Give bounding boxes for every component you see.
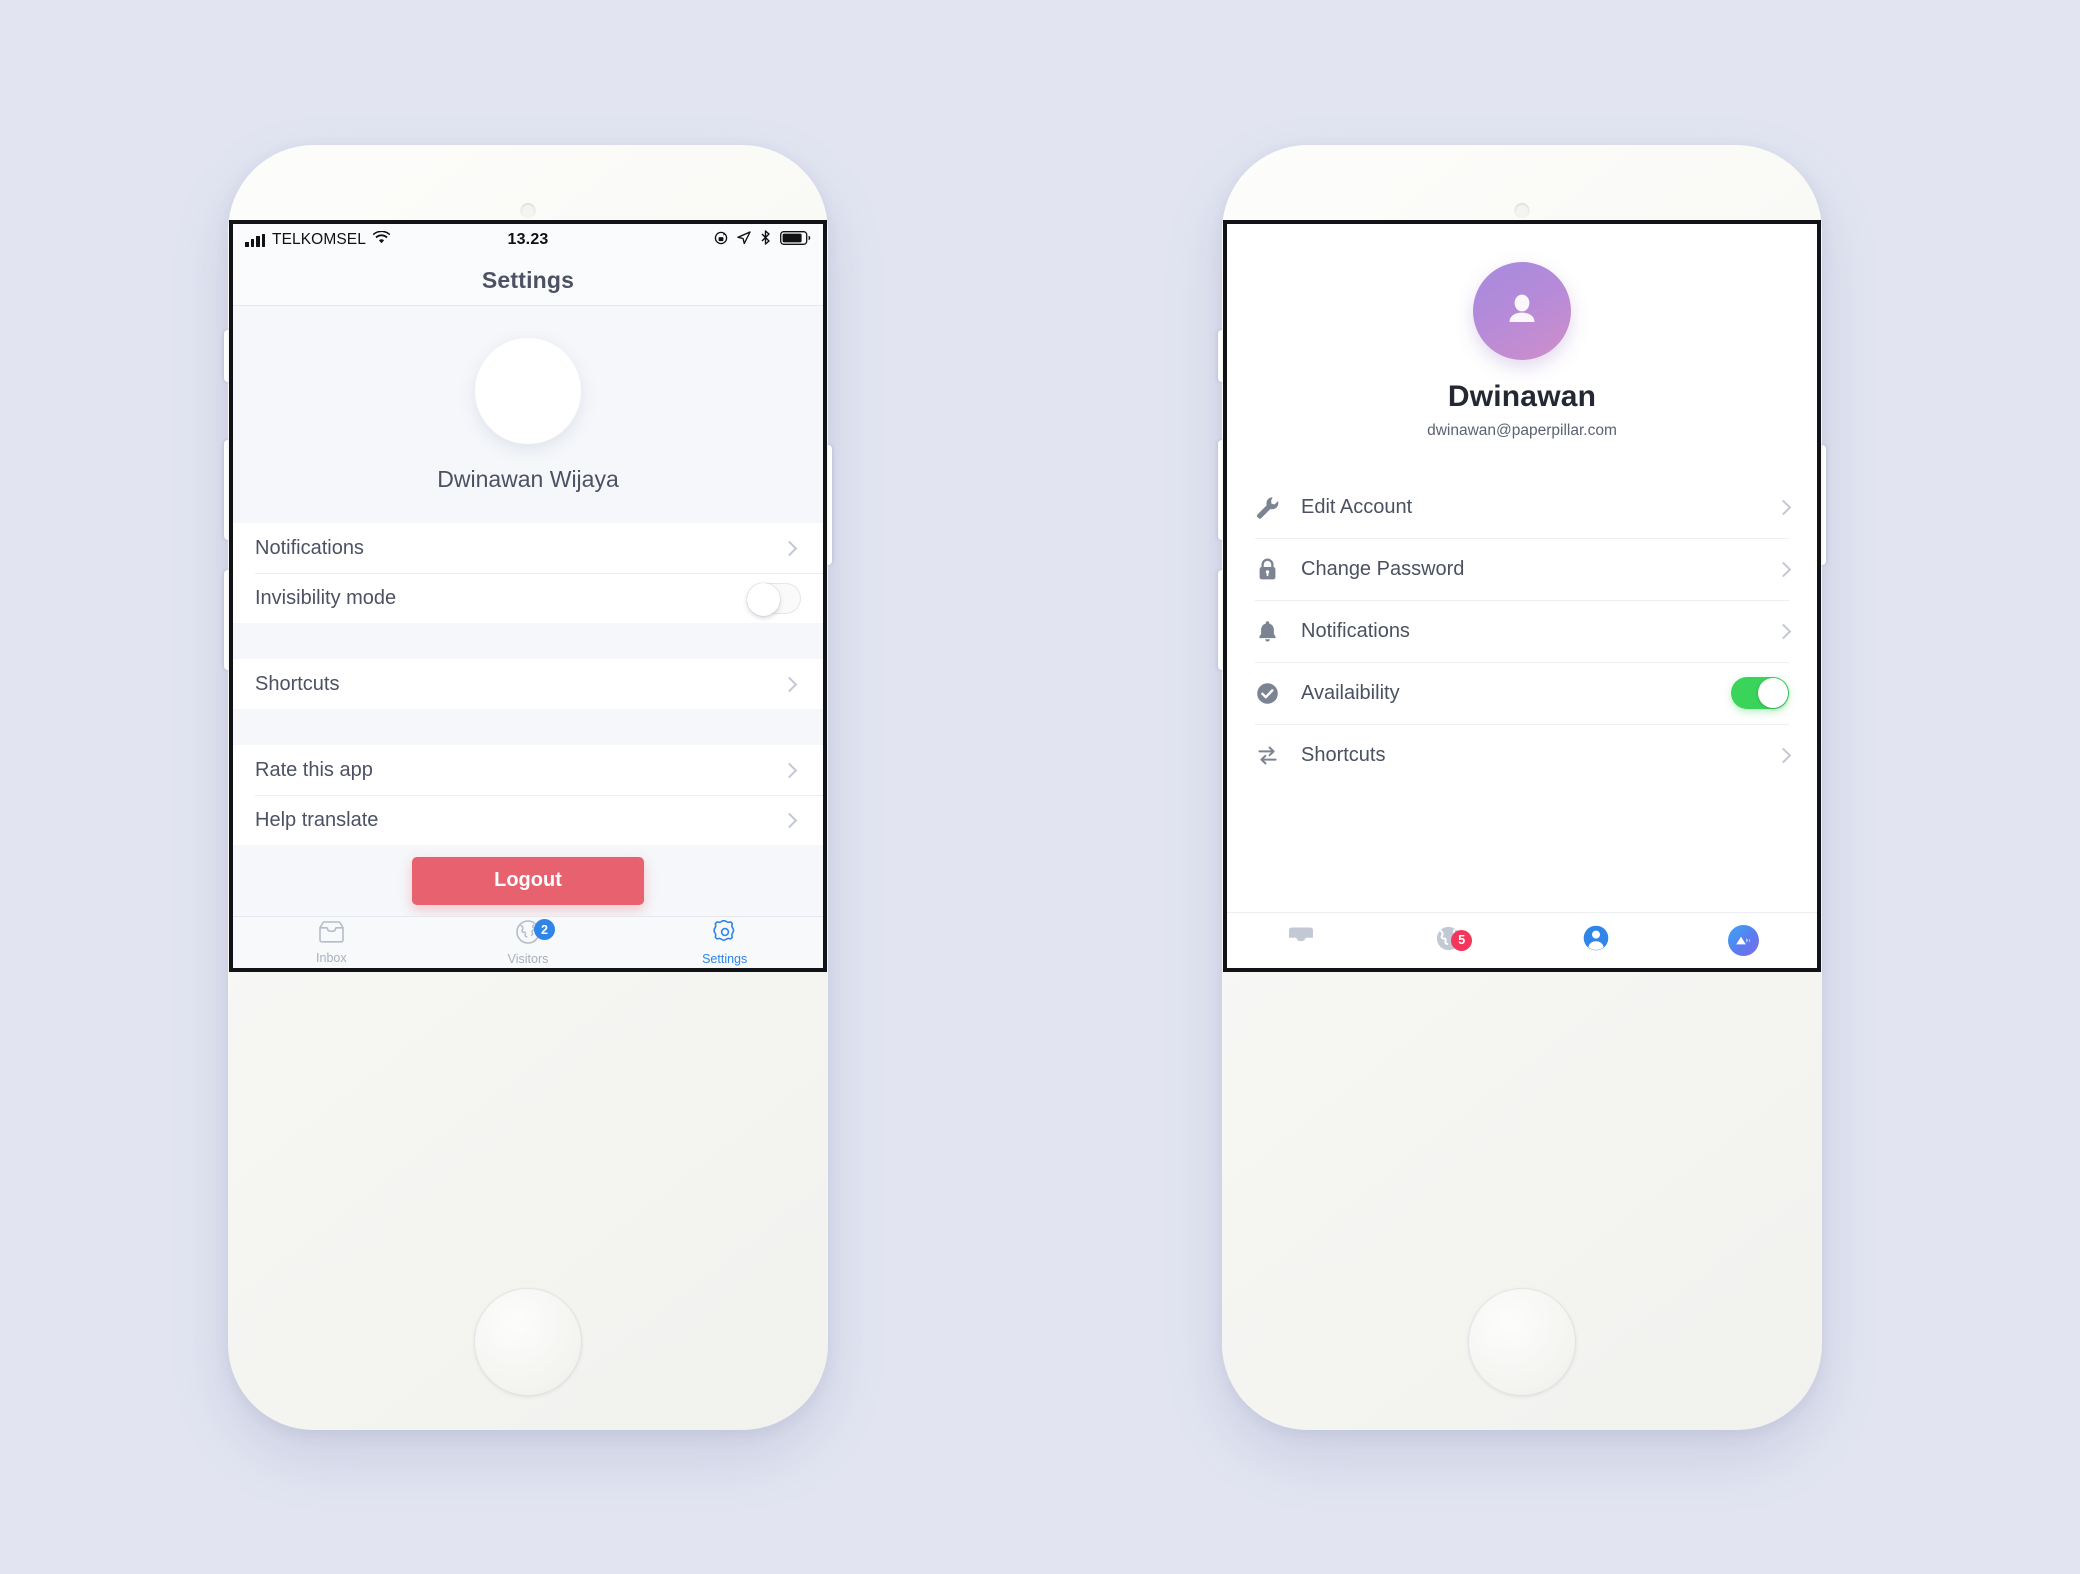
inbox-tray-icon	[1286, 924, 1316, 957]
wifi-icon	[372, 230, 391, 249]
row-availability[interactable]: Availaibility	[1227, 662, 1817, 724]
tab-label: Inbox	[316, 951, 347, 965]
row-label: Edit Account	[1301, 495, 1413, 518]
tab-inbox[interactable]	[1227, 924, 1375, 957]
availability-toggle[interactable]	[1731, 677, 1789, 709]
location-arrow-icon	[737, 230, 751, 250]
bell-icon	[1255, 619, 1289, 644]
screen-left: TELKOMSEL 13.23 Settings Dwinawan Wijaya…	[229, 220, 827, 972]
settings-row-help-translate[interactable]: Help translate	[233, 795, 823, 845]
profile-name: Dwinawan	[1447, 380, 1597, 413]
row-notifications[interactable]: Notifications	[1227, 600, 1817, 662]
tab-bar-left: Inbox 2 Visitors Settings	[233, 916, 823, 968]
phone-device-right: Dwinawan dwinawan@paperpillar.com Edit A…	[1218, 145, 1826, 1430]
row-label: Shortcuts	[255, 672, 340, 695]
signal-bars-icon	[245, 233, 265, 247]
profile-email: dwinawan@paperpillar.com	[1427, 422, 1617, 439]
settings-group-3: Rate this app Help translate	[233, 745, 823, 845]
settings-scroll-area: Dwinawan Wijaya Notifications Invisibili…	[233, 306, 823, 916]
row-label: Notifications	[1301, 619, 1410, 642]
settings-row-notifications[interactable]: Notifications	[233, 523, 823, 573]
avatar[interactable]	[475, 338, 581, 444]
row-change-password[interactable]: Change Password	[1227, 538, 1817, 600]
home-button-right[interactable]	[1468, 1288, 1576, 1396]
status-time: 13.23	[507, 231, 549, 248]
tab-visitors[interactable]: 2 Visitors	[430, 917, 627, 968]
chevron-right-icon	[781, 812, 798, 828]
home-button-left[interactable]	[474, 1288, 582, 1396]
visitors-badge: 2	[534, 919, 555, 940]
app-logo-icon	[1727, 925, 1759, 956]
toggle-knob	[1758, 678, 1788, 708]
rotation-lock-icon	[714, 231, 728, 250]
carrier-label: TELKOMSEL	[272, 231, 366, 248]
tab-bar-right: 5	[1227, 912, 1817, 968]
chevron-right-icon	[781, 540, 798, 556]
row-label: Notifications	[255, 536, 364, 559]
swap-arrows-icon	[1255, 743, 1289, 768]
profile-name: Dwinawan Wijaya	[437, 466, 619, 492]
phone-device-left: TELKOMSEL 13.23 Settings Dwinawan Wijaya…	[224, 145, 832, 1430]
avatar[interactable]	[1473, 262, 1571, 360]
settings-row-invisibility-mode[interactable]: Invisibility mode	[233, 573, 823, 623]
tab-label: Settings	[702, 952, 748, 966]
chevron-right-icon	[1775, 747, 1792, 763]
row-shortcuts[interactable]: Shortcuts	[1227, 724, 1817, 786]
navigation-bar: Settings	[233, 256, 823, 306]
chevron-right-icon	[1775, 623, 1792, 639]
bluetooth-icon	[760, 230, 771, 250]
toggle-knob	[747, 582, 780, 616]
tab-app-logo[interactable]	[1670, 925, 1818, 956]
settings-group-2: Shortcuts	[233, 659, 823, 709]
settings-row-shortcuts[interactable]: Shortcuts	[233, 659, 823, 709]
person-avatar-icon	[1501, 288, 1543, 335]
settings-row-rate-this-app[interactable]: Rate this app	[233, 745, 823, 795]
tab-profile[interactable]	[1522, 923, 1670, 958]
tab-inbox[interactable]: Inbox	[233, 917, 430, 968]
chevron-right-icon	[1775, 499, 1792, 515]
row-label: Change Password	[1301, 557, 1465, 580]
profile-header-left: Dwinawan Wijaya	[233, 306, 823, 523]
invisibility-mode-toggle[interactable]	[747, 582, 801, 616]
screen-right: Dwinawan dwinawan@paperpillar.com Edit A…	[1223, 220, 1821, 972]
gear-icon	[712, 919, 738, 950]
lock-icon	[1255, 557, 1289, 582]
group-separator	[233, 709, 823, 745]
chevron-right-icon	[781, 762, 798, 778]
chevron-right-icon	[781, 676, 798, 692]
group-separator	[233, 623, 823, 659]
logout-button[interactable]: Logout	[412, 856, 644, 905]
page-title: Settings	[481, 267, 575, 293]
row-label: Invisibility mode	[255, 586, 397, 609]
row-label: Help translate	[255, 808, 379, 831]
profile-header-right: Dwinawan dwinawan@paperpillar.com	[1227, 224, 1817, 466]
status-bar: TELKOMSEL 13.23	[233, 224, 823, 256]
tab-label: Visitors	[507, 952, 549, 966]
row-label: Rate this app	[255, 758, 373, 781]
tab-visitors[interactable]: 5	[1375, 924, 1523, 958]
visitors-badge: 5	[1451, 929, 1473, 951]
canvas: TELKOMSEL 13.23 Settings Dwinawan Wijaya…	[0, 0, 2080, 1574]
front-camera-left	[520, 203, 536, 218]
inbox-tray-icon	[318, 920, 345, 949]
settings-group-1: Notifications Invisibility mode	[233, 523, 823, 623]
row-label: Availaibility	[1301, 681, 1400, 704]
row-edit-account[interactable]: Edit Account	[1227, 476, 1817, 538]
person-icon	[1581, 923, 1611, 958]
wrench-icon	[1255, 495, 1289, 520]
battery-icon	[780, 230, 811, 250]
chevron-right-icon	[1775, 561, 1792, 577]
check-circle-icon	[1255, 681, 1289, 706]
row-label: Shortcuts	[1301, 743, 1386, 766]
account-settings-list: Edit Account Change Password Notificatio…	[1227, 466, 1817, 912]
tab-settings[interactable]: Settings	[626, 917, 823, 968]
logout-area: Logout	[233, 845, 823, 916]
front-camera-right	[1514, 203, 1530, 218]
